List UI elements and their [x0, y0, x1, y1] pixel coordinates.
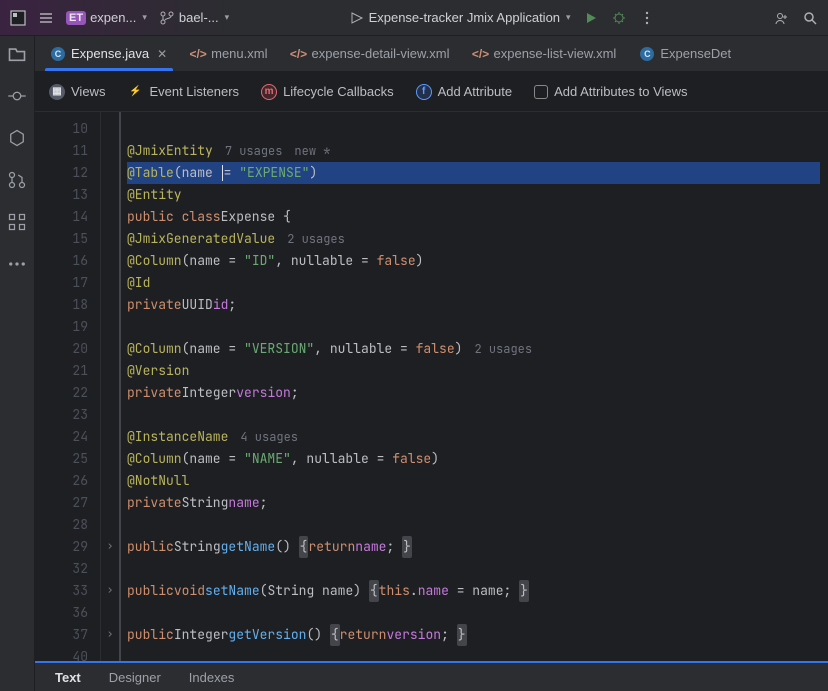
tab-label: expense-list-view.xml — [494, 46, 617, 61]
more-tool-icon[interactable] — [7, 254, 27, 274]
branch-icon — [159, 10, 175, 26]
editor-area: C Expense.java ✕ </> menu.xml </> expense-deta… — [35, 36, 828, 691]
code-editor[interactable]: 1011121314151617181920212223242526272829… — [35, 112, 828, 661]
java-class-icon: C — [51, 47, 65, 61]
editor-tab[interactable]: </> expense-list-view.xml — [462, 36, 629, 71]
editor-tabs: C Expense.java ✕ </> menu.xml </> expense-deta… — [35, 36, 828, 72]
java-class-icon: C — [640, 47, 654, 61]
add-attr-icon: f — [416, 84, 432, 100]
editor-mode-tab[interactable]: Designer — [109, 670, 161, 685]
tool-window-bar — [0, 36, 35, 691]
project-name: expen... — [90, 10, 136, 25]
app-logo — [10, 10, 26, 26]
run-config-icon — [349, 10, 365, 26]
editor-mode-tab[interactable]: Text — [55, 670, 81, 685]
views-label: Views — [71, 84, 105, 99]
editor-tab[interactable]: C Expense.java ✕ — [39, 36, 179, 71]
lightning-icon: ⚡ — [127, 84, 143, 100]
run-config-selector[interactable]: Expense-tracker Jmix Application — [349, 10, 571, 26]
tab-label: expense-detail-view.xml — [311, 46, 449, 61]
xml-file-icon: </> — [474, 47, 488, 61]
lifecycle-label: Lifecycle Callbacks — [283, 84, 394, 99]
editor-bottom-tabs: Text Designer Indexes — [35, 661, 828, 691]
project-tool-icon[interactable] — [7, 44, 27, 64]
editor-tab[interactable]: C ExpenseDet — [628, 36, 743, 71]
code-with-me-icon[interactable] — [774, 10, 790, 26]
hamburger-icon[interactable] — [38, 10, 54, 26]
more-actions-icon[interactable] — [639, 10, 655, 26]
branch-name: bael-... — [179, 10, 219, 25]
project-selector[interactable]: ET expen... — [66, 10, 147, 25]
close-tab-icon[interactable]: ✕ — [157, 47, 167, 61]
tab-label: menu.xml — [211, 46, 267, 61]
tab-label: ExpenseDet — [660, 46, 731, 61]
jmix-actions-toolbar: ▦ Views ⚡ Event Listeners m Lifecycle Ca… — [35, 72, 828, 112]
jmix-tool-icon[interactable] — [7, 128, 27, 148]
add-attribute-action[interactable]: f Add Attribute — [416, 84, 512, 100]
run-button[interactable] — [583, 10, 599, 26]
editor-mode-tab[interactable]: Indexes — [189, 670, 235, 685]
add-views-label: Add Attributes to Views — [554, 84, 687, 99]
branch-selector[interactable]: bael-... — [159, 10, 229, 26]
editor-tab[interactable]: </> menu.xml — [179, 36, 279, 71]
tab-label: Expense.java — [71, 46, 149, 61]
add-to-views-action[interactable]: Add Attributes to Views — [534, 84, 687, 99]
views-icon: ▦ — [49, 84, 65, 100]
gutter-fold-column[interactable]: ››› — [101, 112, 119, 661]
add-attr-label: Add Attribute — [438, 84, 512, 99]
pull-requests-icon[interactable] — [7, 170, 27, 190]
debug-button[interactable] — [611, 10, 627, 26]
search-everywhere-icon[interactable] — [802, 10, 818, 26]
listeners-label: Event Listeners — [149, 84, 239, 99]
titlebar: ET expen... bael-... Expense-tracker Jmi… — [0, 0, 828, 36]
lifecycle-icon: m — [261, 84, 277, 100]
commit-tool-icon[interactable] — [7, 86, 27, 106]
structure-tool-icon[interactable] — [7, 212, 27, 232]
event-listeners-action[interactable]: ⚡ Event Listeners — [127, 84, 239, 100]
editor-tab[interactable]: </> expense-detail-view.xml — [279, 36, 461, 71]
code-content[interactable]: @JmixEntity7 usagesnew *@Table(name = "E… — [119, 112, 828, 661]
run-config-name: Expense-tracker Jmix Application — [369, 10, 560, 25]
add-views-icon — [534, 85, 548, 99]
views-action[interactable]: ▦ Views — [49, 84, 105, 100]
xml-file-icon: </> — [291, 47, 305, 61]
lifecycle-action[interactable]: m Lifecycle Callbacks — [261, 84, 394, 100]
gutter-line-numbers: 1011121314151617181920212223242526272829… — [35, 112, 101, 661]
xml-file-icon: </> — [191, 47, 205, 61]
project-badge: ET — [66, 11, 86, 25]
